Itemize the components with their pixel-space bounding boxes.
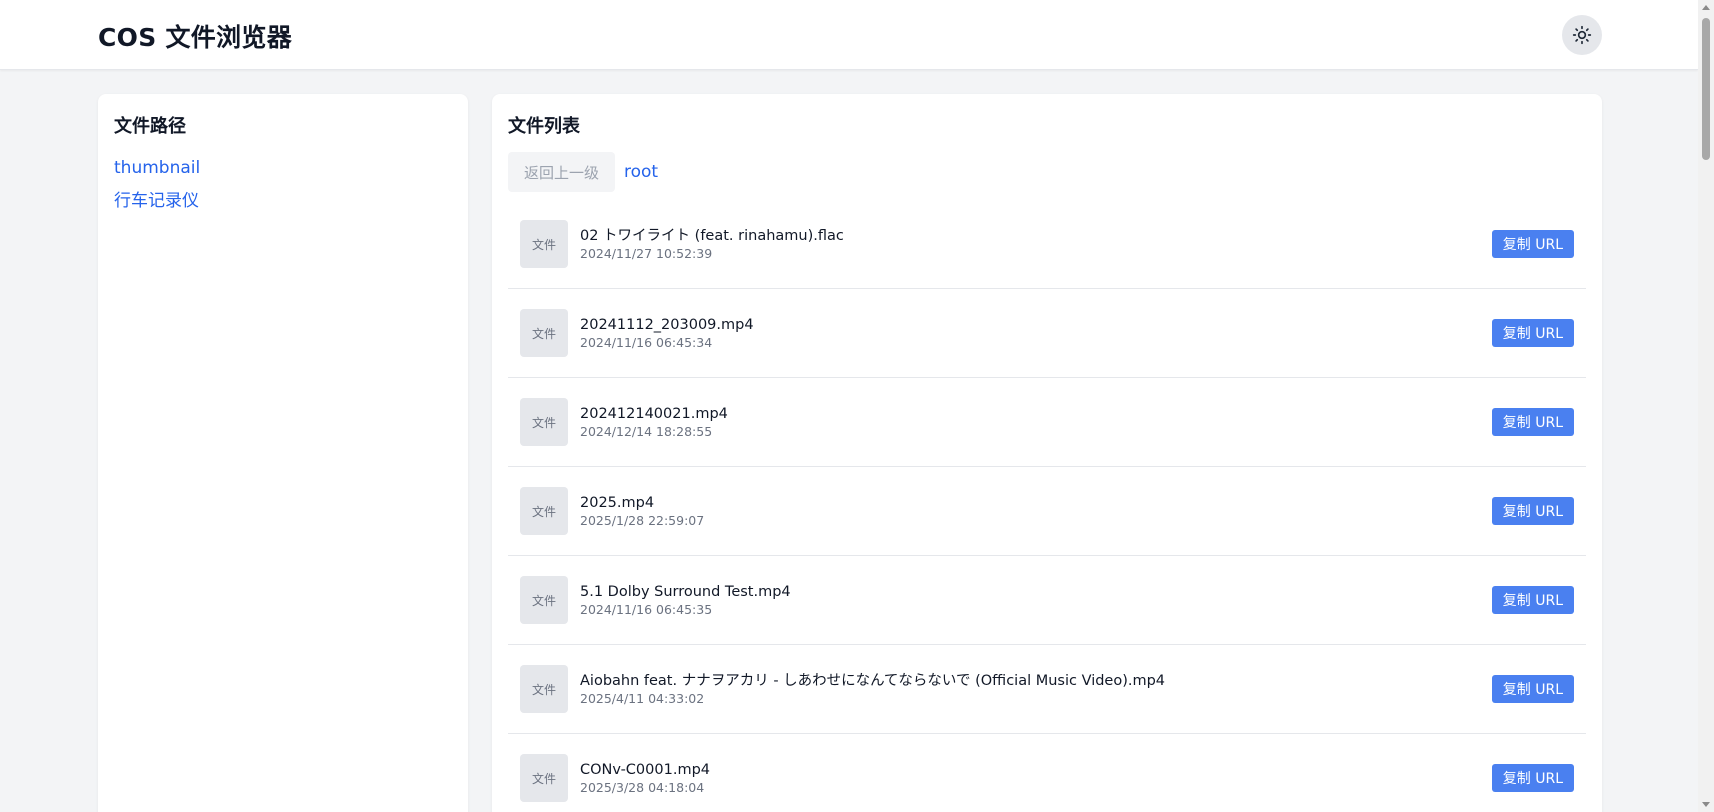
scroll-down-arrow-icon[interactable] — [1702, 802, 1710, 807]
copy-url-button[interactable]: 复制 URL — [1491, 497, 1574, 525]
file-row: 文件 202412140021.mp4 2024/12/14 18:28:55 … — [508, 378, 1586, 467]
file-row: 文件 Aiobahn feat. ナナヲアカリ - しあわせになんてならないで … — [508, 645, 1586, 734]
path-sidebar: 文件路径 thumbnail 行车记录仪 — [98, 94, 468, 812]
file-name: 02 トワイライト (feat. rinahamu).flac — [580, 227, 844, 244]
file-row: 文件 2025.mp4 2025/1/28 22:59:07 复制 URL — [508, 467, 1586, 556]
back-button[interactable]: 返回上一级 — [508, 152, 616, 192]
app-header: COS 文件浏览器 — [0, 0, 1698, 70]
file-modified-time: 2025/3/28 04:18:04 — [580, 779, 705, 795]
copy-url-button[interactable]: 复制 URL — [1491, 408, 1574, 436]
file-name: 202412140021.mp4 — [580, 405, 728, 422]
scroll-up-arrow-icon[interactable] — [1702, 5, 1710, 10]
file-name: Aiobahn feat. ナナヲアカリ - しあわせになんてならないで (Of… — [580, 672, 1166, 689]
file-thumbnail: 文件 — [520, 220, 568, 268]
file-thumbnail: 文件 — [520, 398, 568, 446]
file-thumbnail: 文件 — [520, 576, 568, 624]
copy-url-button[interactable]: 复制 URL — [1491, 764, 1574, 792]
copy-url-button[interactable]: 复制 URL — [1491, 230, 1574, 258]
file-modified-time: 2024/11/16 06:45:34 — [580, 334, 713, 350]
file-modified-time: 2024/11/27 10:52:39 — [580, 245, 713, 261]
copy-url-button[interactable]: 复制 URL — [1491, 586, 1574, 614]
file-info: 202412140021.mp4 2024/12/14 18:28:55 — [580, 405, 1492, 440]
file-modified-time: 2024/12/14 18:28:55 — [580, 423, 713, 439]
file-name: CONv-C0001.mp4 — [580, 761, 710, 778]
file-info: 2025.mp4 2025/1/28 22:59:07 — [580, 494, 1492, 529]
theme-toggle-button[interactable] — [1562, 15, 1602, 55]
breadcrumb: 返回上一级 root — [508, 152, 1586, 192]
file-list: 文件 02 トワイライト (feat. rinahamu).flac 2024/… — [508, 200, 1586, 812]
copy-url-button[interactable]: 复制 URL — [1491, 675, 1574, 703]
scrollbar-thumb[interactable] — [1702, 18, 1710, 160]
file-name: 2025.mp4 — [580, 494, 655, 511]
file-modified-time: 2024/11/16 06:45:35 — [580, 601, 713, 617]
page: COS 文件浏览器 文件路径 thumbnail 行车记录仪 文件列表 返回上一… — [0, 0, 1714, 812]
app-title: COS 文件浏览器 — [98, 23, 293, 52]
file-thumbnail: 文件 — [520, 309, 568, 357]
file-info: 02 トワイライト (feat. rinahamu).flac 2024/11/… — [580, 227, 1492, 262]
file-thumbnail: 文件 — [520, 754, 568, 802]
file-row: 文件 5.1 Dolby Surround Test.mp4 2024/11/1… — [508, 556, 1586, 645]
file-info: Aiobahn feat. ナナヲアカリ - しあわせになんてならないで (Of… — [580, 672, 1492, 707]
file-name: 20241112_203009.mp4 — [580, 316, 754, 333]
sun-icon — [1572, 25, 1592, 45]
folder-link-dashcam[interactable]: 行车记录仪 — [114, 185, 452, 218]
file-row: 文件 02 トワイライト (feat. rinahamu).flac 2024/… — [508, 200, 1586, 289]
file-modified-time: 2025/4/11 04:33:02 — [580, 690, 705, 706]
file-row: 文件 CONv-C0001.mp4 2025/3/28 04:18:04 复制 … — [508, 734, 1586, 812]
file-thumbnail: 文件 — [520, 665, 568, 713]
file-name: 5.1 Dolby Surround Test.mp4 — [580, 583, 791, 600]
sidebar-title: 文件路径 — [114, 116, 186, 137]
file-info: 20241112_203009.mp4 2024/11/16 06:45:34 — [580, 316, 1492, 351]
file-row: 文件 20241112_203009.mp4 2024/11/16 06:45:… — [508, 289, 1586, 378]
file-info: CONv-C0001.mp4 2025/3/28 04:18:04 — [580, 761, 1492, 796]
breadcrumb-root-link[interactable]: root — [624, 162, 658, 182]
copy-url-button[interactable]: 复制 URL — [1491, 319, 1574, 347]
file-info: 5.1 Dolby Surround Test.mp4 2024/11/16 0… — [580, 583, 1492, 618]
file-list-panel: 文件列表 返回上一级 root 文件 02 トワイライト (feat. rina… — [492, 94, 1602, 812]
file-list-title: 文件列表 — [508, 116, 580, 137]
file-modified-time: 2025/1/28 22:59:07 — [580, 512, 705, 528]
file-thumbnail: 文件 — [520, 487, 568, 535]
page-scrollbar[interactable] — [1698, 0, 1714, 812]
folder-link-thumbnail[interactable]: thumbnail — [114, 152, 452, 185]
